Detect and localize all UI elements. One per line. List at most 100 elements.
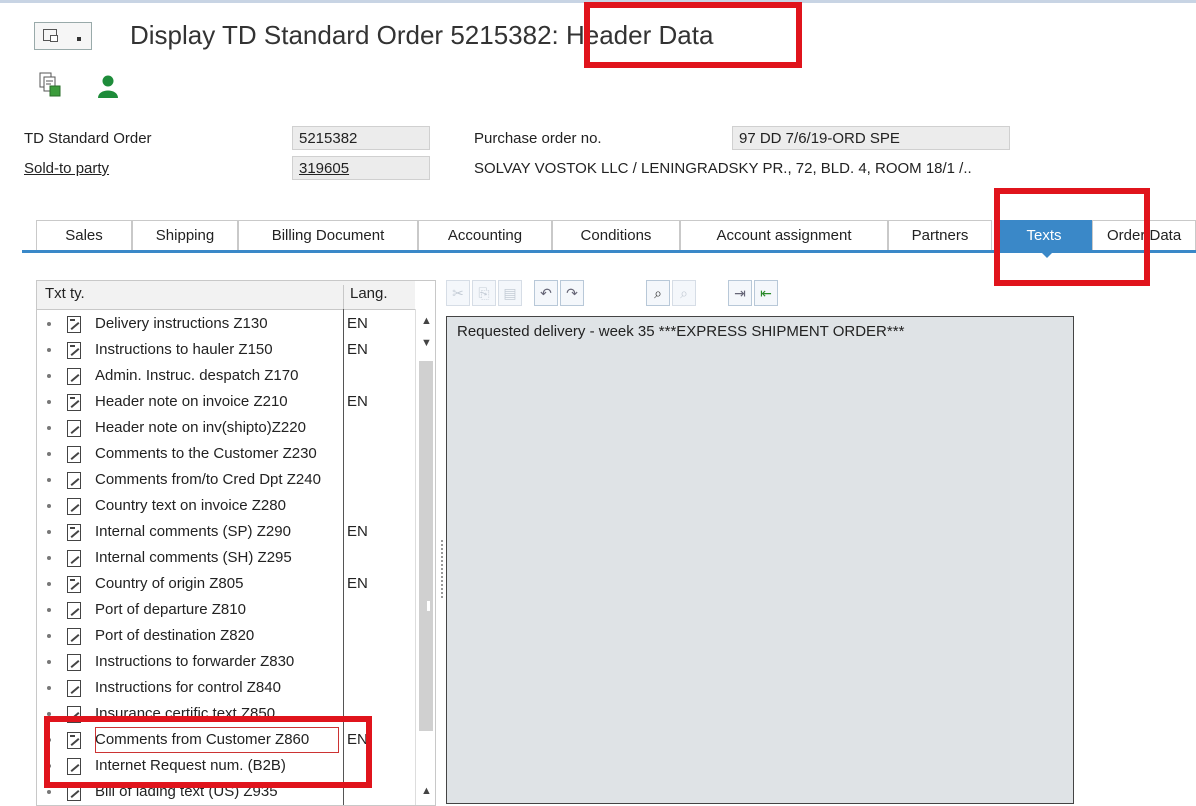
highlight-box-texts-tab (994, 188, 1150, 286)
text-editor[interactable]: Requested delivery - week 35 ***EXPRESS … (446, 316, 1074, 804)
tab-partners[interactable]: Partners (888, 220, 992, 250)
document-flow-icon[interactable] (38, 72, 62, 98)
bullet-icon (47, 530, 51, 534)
find-next-icon[interactable]: ⌕ (672, 280, 696, 306)
list-item[interactable]: Country of origin Z805 EN (37, 571, 409, 597)
bullet-icon (47, 660, 51, 664)
scroll-up-icon[interactable]: ▲ (421, 315, 432, 327)
text-type-label: Internal comments (SP) Z290 (95, 523, 291, 540)
text-document-icon (67, 472, 81, 489)
text-document-icon (67, 394, 81, 411)
copy-icon[interactable]: ⎘ (472, 280, 496, 306)
text-type-label: Country text on invoice Z280 (95, 497, 286, 514)
list-item[interactable]: Header note on invoice Z210 EN (37, 389, 409, 415)
list-item[interactable]: Instructions for control Z840 (37, 675, 409, 701)
text-document-icon (67, 628, 81, 645)
scroll-up-icon[interactable]: ▲ (421, 785, 432, 797)
bullet-icon (47, 556, 51, 560)
text-type-label: Port of departure Z810 (95, 601, 246, 618)
bullet-icon (47, 452, 51, 456)
bullet-icon (47, 608, 51, 612)
bullet-icon (47, 686, 51, 690)
list-item[interactable]: Internal comments (SP) Z290 EN (37, 519, 409, 545)
highlight-box-header-data (584, 2, 802, 68)
sold-to-party-field[interactable]: 319605 (292, 156, 430, 180)
list-item[interactable]: Admin. Instruc. despatch Z170 (37, 363, 409, 389)
text-document-icon (67, 342, 81, 359)
text-type-label: Internal comments (SH) Z295 (95, 549, 292, 566)
text-type-label: Country of origin Z805 (95, 575, 244, 592)
window-menu-button[interactable] (34, 22, 92, 50)
list-item[interactable]: Internal comments (SH) Z295 (37, 545, 409, 571)
list-item[interactable]: Instructions to hauler Z150 EN (37, 337, 409, 363)
text-document-icon (67, 602, 81, 619)
list-item[interactable]: Header note on inv(shipto)Z220 (37, 415, 409, 441)
export-icon[interactable]: ⇤ (754, 280, 778, 306)
tab-sales[interactable]: Sales (36, 220, 132, 250)
bullet-icon (47, 634, 51, 638)
text-type-label: Instructions to hauler Z150 (95, 341, 273, 358)
paste-icon[interactable]: ▤ (498, 280, 522, 306)
language-value: EN (347, 393, 368, 410)
bullet-icon (47, 426, 51, 430)
import-icon[interactable]: ⇥ (728, 280, 752, 306)
text-document-icon (67, 524, 81, 541)
tab-account-assignment[interactable]: Account assignment (680, 220, 888, 250)
text-document-icon (67, 316, 81, 333)
text-type-label: Instructions to forwarder Z830 (95, 653, 295, 670)
find-icon[interactable]: ⌕ (646, 280, 670, 306)
sold-to-party-label[interactable]: Sold-to party (24, 160, 109, 177)
window-icon (43, 29, 58, 42)
list-item[interactable]: Instructions to forwarder Z830 (37, 649, 409, 675)
text-document-icon (67, 576, 81, 593)
list-item[interactable]: Comments from/to Cred Dpt Z240 (37, 467, 409, 493)
language-value: EN (347, 523, 368, 540)
bullet-icon (47, 582, 51, 586)
list-header: Txt ty. Lang. (37, 281, 415, 310)
tab-shipping[interactable]: Shipping (132, 220, 238, 250)
cut-icon[interactable]: ✂ (446, 280, 470, 306)
list-item[interactable]: Port of departure Z810 (37, 597, 409, 623)
language-value: EN (347, 315, 368, 332)
bullet-icon (47, 790, 51, 794)
list-item[interactable]: Comments to the Customer Z230 (37, 441, 409, 467)
po-number-field[interactable]: 97 DD 7/6/19-ORD SPE (732, 126, 1010, 150)
highlight-box-comments-item (44, 716, 372, 788)
bullet-icon (47, 400, 51, 404)
order-number-field[interactable]: 5215382 (292, 126, 430, 150)
order-type-label: TD Standard Order (24, 130, 152, 147)
scrollbar-thumb[interactable] (419, 361, 433, 731)
list-item[interactable]: Port of destination Z820 (37, 623, 409, 649)
redo-icon[interactable]: ↷ (560, 280, 584, 306)
bullet-icon (47, 374, 51, 378)
tab-conditions[interactable]: Conditions (552, 220, 680, 250)
person-icon[interactable] (96, 74, 120, 98)
text-type-label: Comments from/to Cred Dpt Z240 (95, 471, 321, 488)
text-document-icon (67, 420, 81, 437)
list-scrollbar[interactable]: ▲ ▼ ▲ (415, 309, 435, 805)
undo-icon[interactable]: ↶ (534, 280, 558, 306)
column-header-text-type[interactable]: Txt ty. (45, 285, 85, 302)
grip-icon (427, 601, 430, 611)
text-type-label: Comments to the Customer Z230 (95, 445, 317, 462)
list-item[interactable]: Delivery instructions Z130 EN (37, 311, 409, 337)
dropdown-icon (77, 37, 81, 41)
scroll-down-icon[interactable]: ▼ (421, 337, 432, 349)
column-header-language[interactable]: Lang. (343, 285, 388, 309)
editor-content[interactable]: Requested delivery - week 35 ***EXPRESS … (457, 323, 904, 340)
po-number-label: Purchase order no. (474, 130, 602, 147)
text-document-icon (67, 368, 81, 385)
text-type-label: Delivery instructions Z130 (95, 315, 268, 332)
tab-accounting[interactable]: Accounting (418, 220, 552, 250)
text-type-label: Header note on invoice Z210 (95, 393, 288, 410)
text-document-icon (67, 550, 81, 567)
tab-billing-document[interactable]: Billing Document (238, 220, 418, 250)
list-item[interactable]: Country text on invoice Z280 (37, 493, 409, 519)
customer-description: SOLVAY VOSTOK LLC / LENINGRADSKY PR., 72… (474, 160, 972, 177)
text-document-icon (67, 446, 81, 463)
bullet-icon (47, 504, 51, 508)
language-value: EN (347, 575, 368, 592)
text-document-icon (67, 498, 81, 515)
text-document-icon (67, 654, 81, 671)
editor-toolbar: ✂ ⎘ ▤ ↶ ↷ ⌕ ⌕ ⇥ ⇤ (446, 280, 806, 308)
